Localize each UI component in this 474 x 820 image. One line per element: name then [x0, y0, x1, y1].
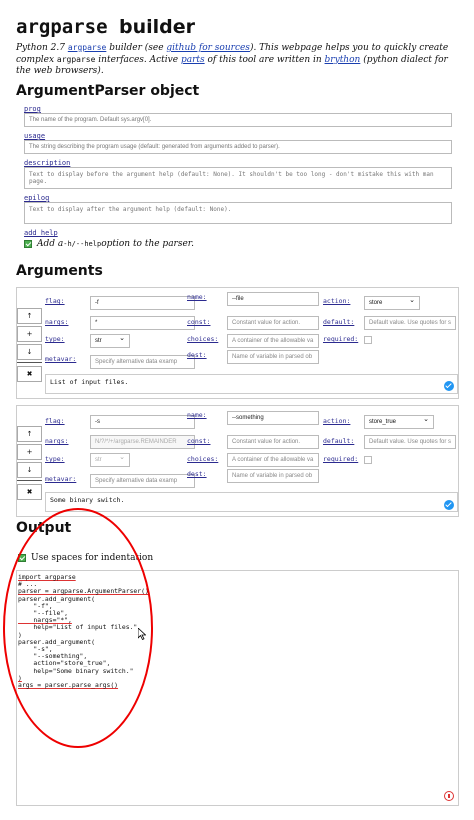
metavar-input[interactable]: Specify alternative data examp: [90, 355, 195, 369]
epilog-textarea[interactable]: Text to display after the argument help …: [24, 202, 452, 224]
required-checkbox[interactable]: [364, 336, 372, 344]
required-checkbox[interactable]: [364, 456, 372, 464]
parser-heading: ArgumentParser object: [16, 83, 200, 99]
move-down-button[interactable]: ↓: [17, 344, 42, 360]
code-line: import argparse: [18, 573, 76, 581]
metavar-label: metavar:: [45, 475, 77, 483]
grammar-check-icon[interactable]: [444, 791, 454, 801]
move-down-button[interactable]: ↓: [17, 462, 42, 478]
choices-input[interactable]: A container of the allowable va: [227, 453, 319, 467]
epilog-label: epilog: [24, 194, 50, 202]
check-circle-icon: [444, 381, 454, 391]
code-line: "-f",: [18, 601, 53, 610]
argument-card: ↑ + ↓ ✖ flag: -f name: --file action: st…: [16, 287, 459, 399]
move-up-button[interactable]: ↑: [17, 308, 42, 324]
argument-card: ↑ + ↓ ✖ flag: -s name: --something actio…: [16, 405, 459, 517]
name-label: name:: [187, 293, 207, 301]
nargs-input[interactable]: N/?/*/+/argparse.REMAINDER: [90, 435, 195, 449]
dest-input[interactable]: Name of variable in parsed ob: [227, 469, 319, 483]
choices-input[interactable]: A container of the allowable va: [227, 334, 319, 348]
brython-link[interactable]: brython: [325, 55, 361, 65]
parts-link[interactable]: parts: [181, 55, 205, 65]
argument-controls: ↑ + ↓ ✖: [17, 426, 42, 502]
arguments-heading: Arguments: [16, 263, 103, 279]
default-label: default:: [323, 437, 355, 445]
action-select[interactable]: store_true: [364, 415, 434, 429]
const-input[interactable]: Constant value for action.: [227, 435, 319, 449]
check-circle-icon: [444, 500, 454, 510]
move-up-button[interactable]: ↑: [17, 426, 42, 442]
description-label: description: [24, 159, 71, 167]
prog-label: prog: [24, 105, 41, 113]
nargs-input[interactable]: *: [90, 316, 195, 330]
choices-label: choices:: [187, 455, 219, 463]
type-select[interactable]: str: [90, 453, 130, 467]
code-line: parser.add_argument(: [18, 637, 95, 646]
flag-input[interactable]: -f: [90, 296, 195, 310]
delete-argument-button[interactable]: ✖: [17, 366, 42, 382]
argparse-link[interactable]: argparse: [68, 43, 107, 53]
code-line: help="Some binary switch.": [18, 666, 134, 675]
choices-label: choices:: [187, 335, 219, 343]
type-label: type:: [45, 455, 65, 463]
add-argument-button[interactable]: +: [17, 326, 42, 342]
description-textarea[interactable]: Text to display before the argument help…: [24, 167, 452, 189]
page-title: argparse builder: [16, 16, 195, 38]
name-label: name:: [187, 411, 207, 419]
code-line: args = parser.parse_args(): [18, 681, 119, 690]
default-input[interactable]: Default value. Use quotes for s: [364, 435, 456, 449]
github-link[interactable]: github for sources: [166, 43, 250, 53]
nargs-label: nargs:: [45, 437, 69, 445]
metavar-input[interactable]: Specify alternative data examp: [90, 474, 195, 488]
action-select[interactable]: store: [364, 296, 420, 310]
help-textarea[interactable]: List of input files.: [45, 374, 458, 394]
help-textarea[interactable]: Some binary switch.: [45, 492, 458, 512]
delete-argument-button[interactable]: ✖: [17, 484, 42, 500]
prog-input[interactable]: The name of the program. Default sys.arg…: [24, 113, 452, 127]
code-output[interactable]: import argparse # ... parser = argparse.Ar…: [16, 570, 459, 806]
code-line: help="List of input files.": [18, 623, 138, 632]
flag-input[interactable]: -s: [90, 415, 195, 429]
required-label: required:: [323, 335, 359, 343]
spaces-row: Use spaces for indentation: [18, 553, 153, 563]
action-label: action:: [323, 417, 351, 425]
dest-label: dest:: [187, 351, 207, 359]
required-label: required:: [323, 455, 359, 463]
add-help-row: Add a -h/--help option to the parser.: [24, 239, 458, 249]
spaces-checkbox[interactable]: [18, 554, 26, 562]
action-label: action:: [323, 297, 351, 305]
type-select[interactable]: str: [90, 334, 130, 348]
flag-label: flag:: [45, 297, 65, 305]
dest-label: dest:: [187, 470, 207, 478]
const-label: const:: [187, 437, 211, 445]
type-label: type:: [45, 335, 65, 343]
nargs-label: nargs:: [45, 318, 69, 326]
mouse-pointer-icon: [138, 628, 146, 640]
add-argument-button[interactable]: +: [17, 444, 42, 460]
intro-text: Python 2.7 argparse builder (see github …: [16, 43, 449, 76]
usage-label: usage: [24, 132, 46, 140]
output-heading: Output: [16, 520, 72, 536]
metavar-label: metavar:: [45, 355, 77, 363]
const-input[interactable]: Constant value for action.: [227, 316, 319, 330]
default-input[interactable]: Default value. Use quotes for s: [364, 316, 456, 330]
usage-input[interactable]: The string describing the program usage …: [24, 140, 452, 154]
flag-label: flag:: [45, 417, 65, 425]
code-line: parser.add_argument(: [18, 594, 95, 603]
default-label: default:: [323, 318, 355, 326]
name-input[interactable]: --file: [227, 292, 319, 306]
const-label: const:: [187, 318, 211, 326]
argument-controls: ↑ + ↓ ✖: [17, 308, 42, 384]
dest-input[interactable]: Name of variable in parsed ob: [227, 350, 319, 364]
code-line: "--file",: [18, 609, 69, 618]
add-help-label: add_help: [24, 229, 58, 237]
name-input[interactable]: --something: [227, 411, 319, 425]
add-help-checkbox[interactable]: [24, 240, 32, 248]
